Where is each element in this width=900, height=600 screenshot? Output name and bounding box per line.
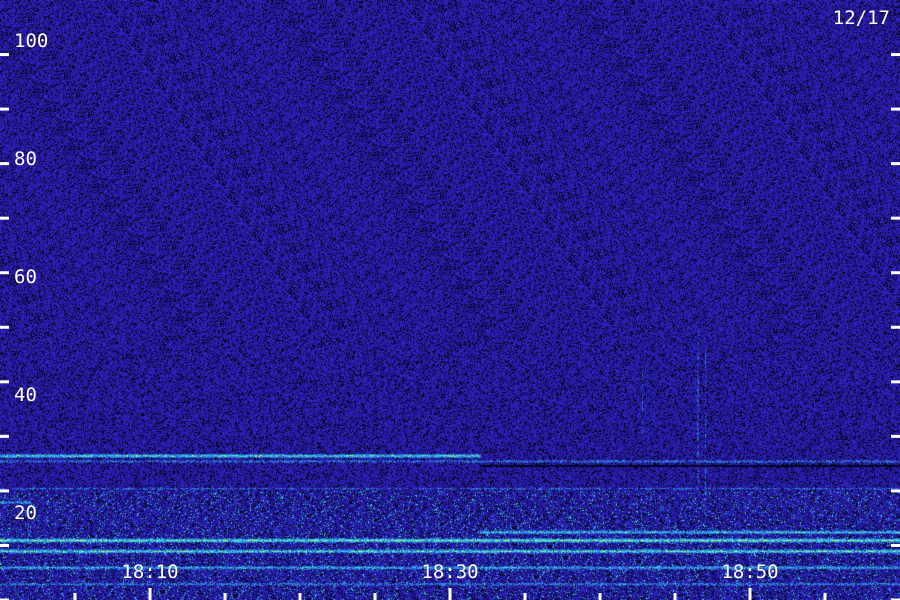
ytick-label-20: 20 [14,502,37,524]
date-label: 12/17 [833,7,890,29]
ytick-label-100: 100 [14,30,48,52]
spectrogram-chart: 20 40 60 80 100 18:10 18:30 18:50 12/17 [0,0,900,600]
spectrogram-image [0,0,900,600]
spectrogram-pixels [0,0,900,600]
xtick-label-1850: 18:50 [721,561,778,583]
ytick-label-80: 80 [14,148,37,170]
xtick-label-1830: 18:30 [421,561,478,583]
ytick-label-40: 40 [14,384,37,406]
xtick-label-1810: 18:10 [121,561,178,583]
ytick-label-60: 60 [14,266,37,288]
